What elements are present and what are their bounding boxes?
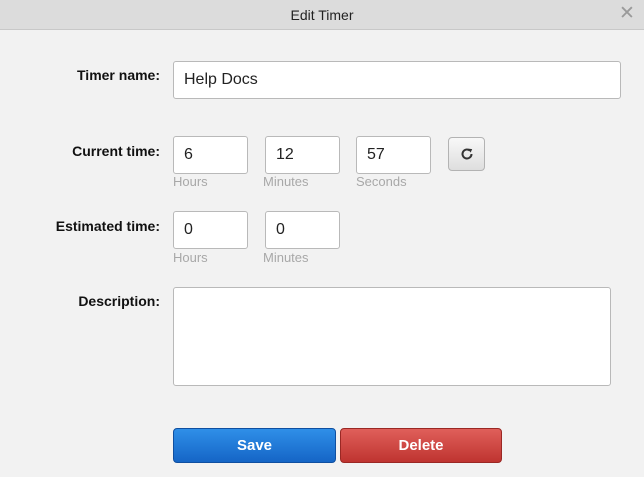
current-hours-caption: Hours (173, 174, 208, 189)
description-textarea[interactable] (173, 287, 611, 386)
current-seconds-caption: Seconds (356, 174, 407, 189)
dialog-title: Edit Timer (290, 7, 354, 23)
estimated-minutes-input[interactable] (265, 211, 340, 249)
estimated-time-label: Estimated time: (55, 218, 160, 234)
current-seconds-input[interactable] (356, 136, 431, 174)
description-label: Description: (78, 293, 160, 309)
timer-name-label: Timer name: (77, 67, 160, 83)
current-time-label: Current time: (72, 143, 160, 159)
estimated-hours-caption: Hours (173, 250, 208, 265)
estimated-hours-input[interactable] (173, 211, 248, 249)
delete-button[interactable]: Delete (340, 428, 502, 463)
dialog-titlebar: Edit Timer ✕ (0, 0, 644, 30)
refresh-icon (461, 148, 472, 160)
reset-time-button[interactable] (448, 137, 485, 171)
current-minutes-caption: Minutes (263, 174, 309, 189)
current-hours-input[interactable] (173, 136, 248, 174)
timer-name-input[interactable] (173, 61, 621, 99)
estimated-minutes-caption: Minutes (263, 250, 309, 265)
current-minutes-input[interactable] (265, 136, 340, 174)
close-icon[interactable]: ✕ (619, 4, 635, 24)
save-button[interactable]: Save (173, 428, 336, 463)
